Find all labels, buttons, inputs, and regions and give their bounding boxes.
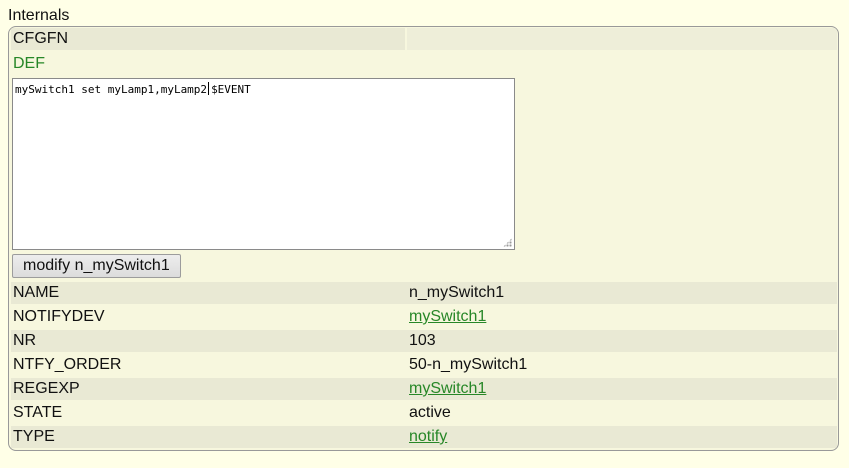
def-text-after-caret: $EVENT — [211, 83, 251, 96]
def-textarea[interactable]: mySwitch1 set myLamp1,myLamp2 $EVENT — [12, 78, 515, 250]
attribute-row-regexp: REGEXP mySwitch1 — [11, 378, 837, 400]
attribute-row-cfgfn: CFGFN — [11, 28, 837, 50]
internals-panel: CFGFN DEF mySwitch1 set myLamp1,myLamp2 $… — [8, 26, 839, 451]
attribute-value-link[interactable]: notify — [409, 428, 447, 445]
attribute-value-link[interactable]: mySwitch1 — [409, 380, 486, 397]
section-title: Internals — [8, 7, 70, 24]
attribute-key: CFGFN — [13, 30, 69, 47]
attribute-key: TYPE — [13, 428, 55, 445]
attribute-row-notifydev: NOTIFYDEV mySwitch1 — [11, 306, 837, 328]
def-text-before-caret: mySwitch1 set myLamp1,myLamp2 — [15, 83, 208, 96]
attribute-key: REGEXP — [13, 380, 80, 397]
attribute-key: NR — [13, 332, 37, 349]
attribute-row-ntfy-order: NTFY_ORDER 50-n_mySwitch1 — [11, 354, 837, 376]
modify-button[interactable]: modify n_mySwitch1 — [12, 254, 181, 278]
attribute-key: STATE — [13, 404, 63, 421]
def-link[interactable]: DEF — [13, 53, 45, 75]
attribute-row-nr: NR 103 — [11, 330, 837, 352]
attribute-key: NOTIFYDEV — [13, 308, 105, 325]
attribute-key: NAME — [13, 284, 60, 301]
attribute-value-link[interactable]: mySwitch1 — [409, 308, 486, 325]
attribute-value: 103 — [409, 332, 436, 349]
attribute-value-cell: active — [409, 402, 451, 424]
resize-grip-icon[interactable] — [503, 238, 512, 247]
attribute-value-cell: 50-n_mySwitch1 — [409, 354, 527, 376]
attribute-row-name: NAME n_mySwitch1 — [11, 282, 837, 304]
attribute-key: NTFY_ORDER — [13, 356, 122, 373]
text-caret — [208, 82, 210, 95]
attribute-value: n_mySwitch1 — [409, 284, 505, 301]
cfgfn-value-cell — [407, 28, 837, 50]
attribute-value-cell: 103 — [409, 330, 436, 352]
attribute-value-cell: n_mySwitch1 — [409, 282, 504, 304]
attribute-value: active — [409, 404, 451, 421]
attribute-value-cell: mySwitch1 — [409, 306, 486, 328]
attribute-value-cell: mySwitch1 — [409, 378, 486, 400]
attribute-value-cell: notify — [409, 426, 447, 448]
attribute-value: 50-n_mySwitch1 — [409, 356, 528, 373]
attribute-row-state: STATE active — [11, 402, 837, 424]
attribute-row-type: TYPE notify — [11, 426, 837, 448]
